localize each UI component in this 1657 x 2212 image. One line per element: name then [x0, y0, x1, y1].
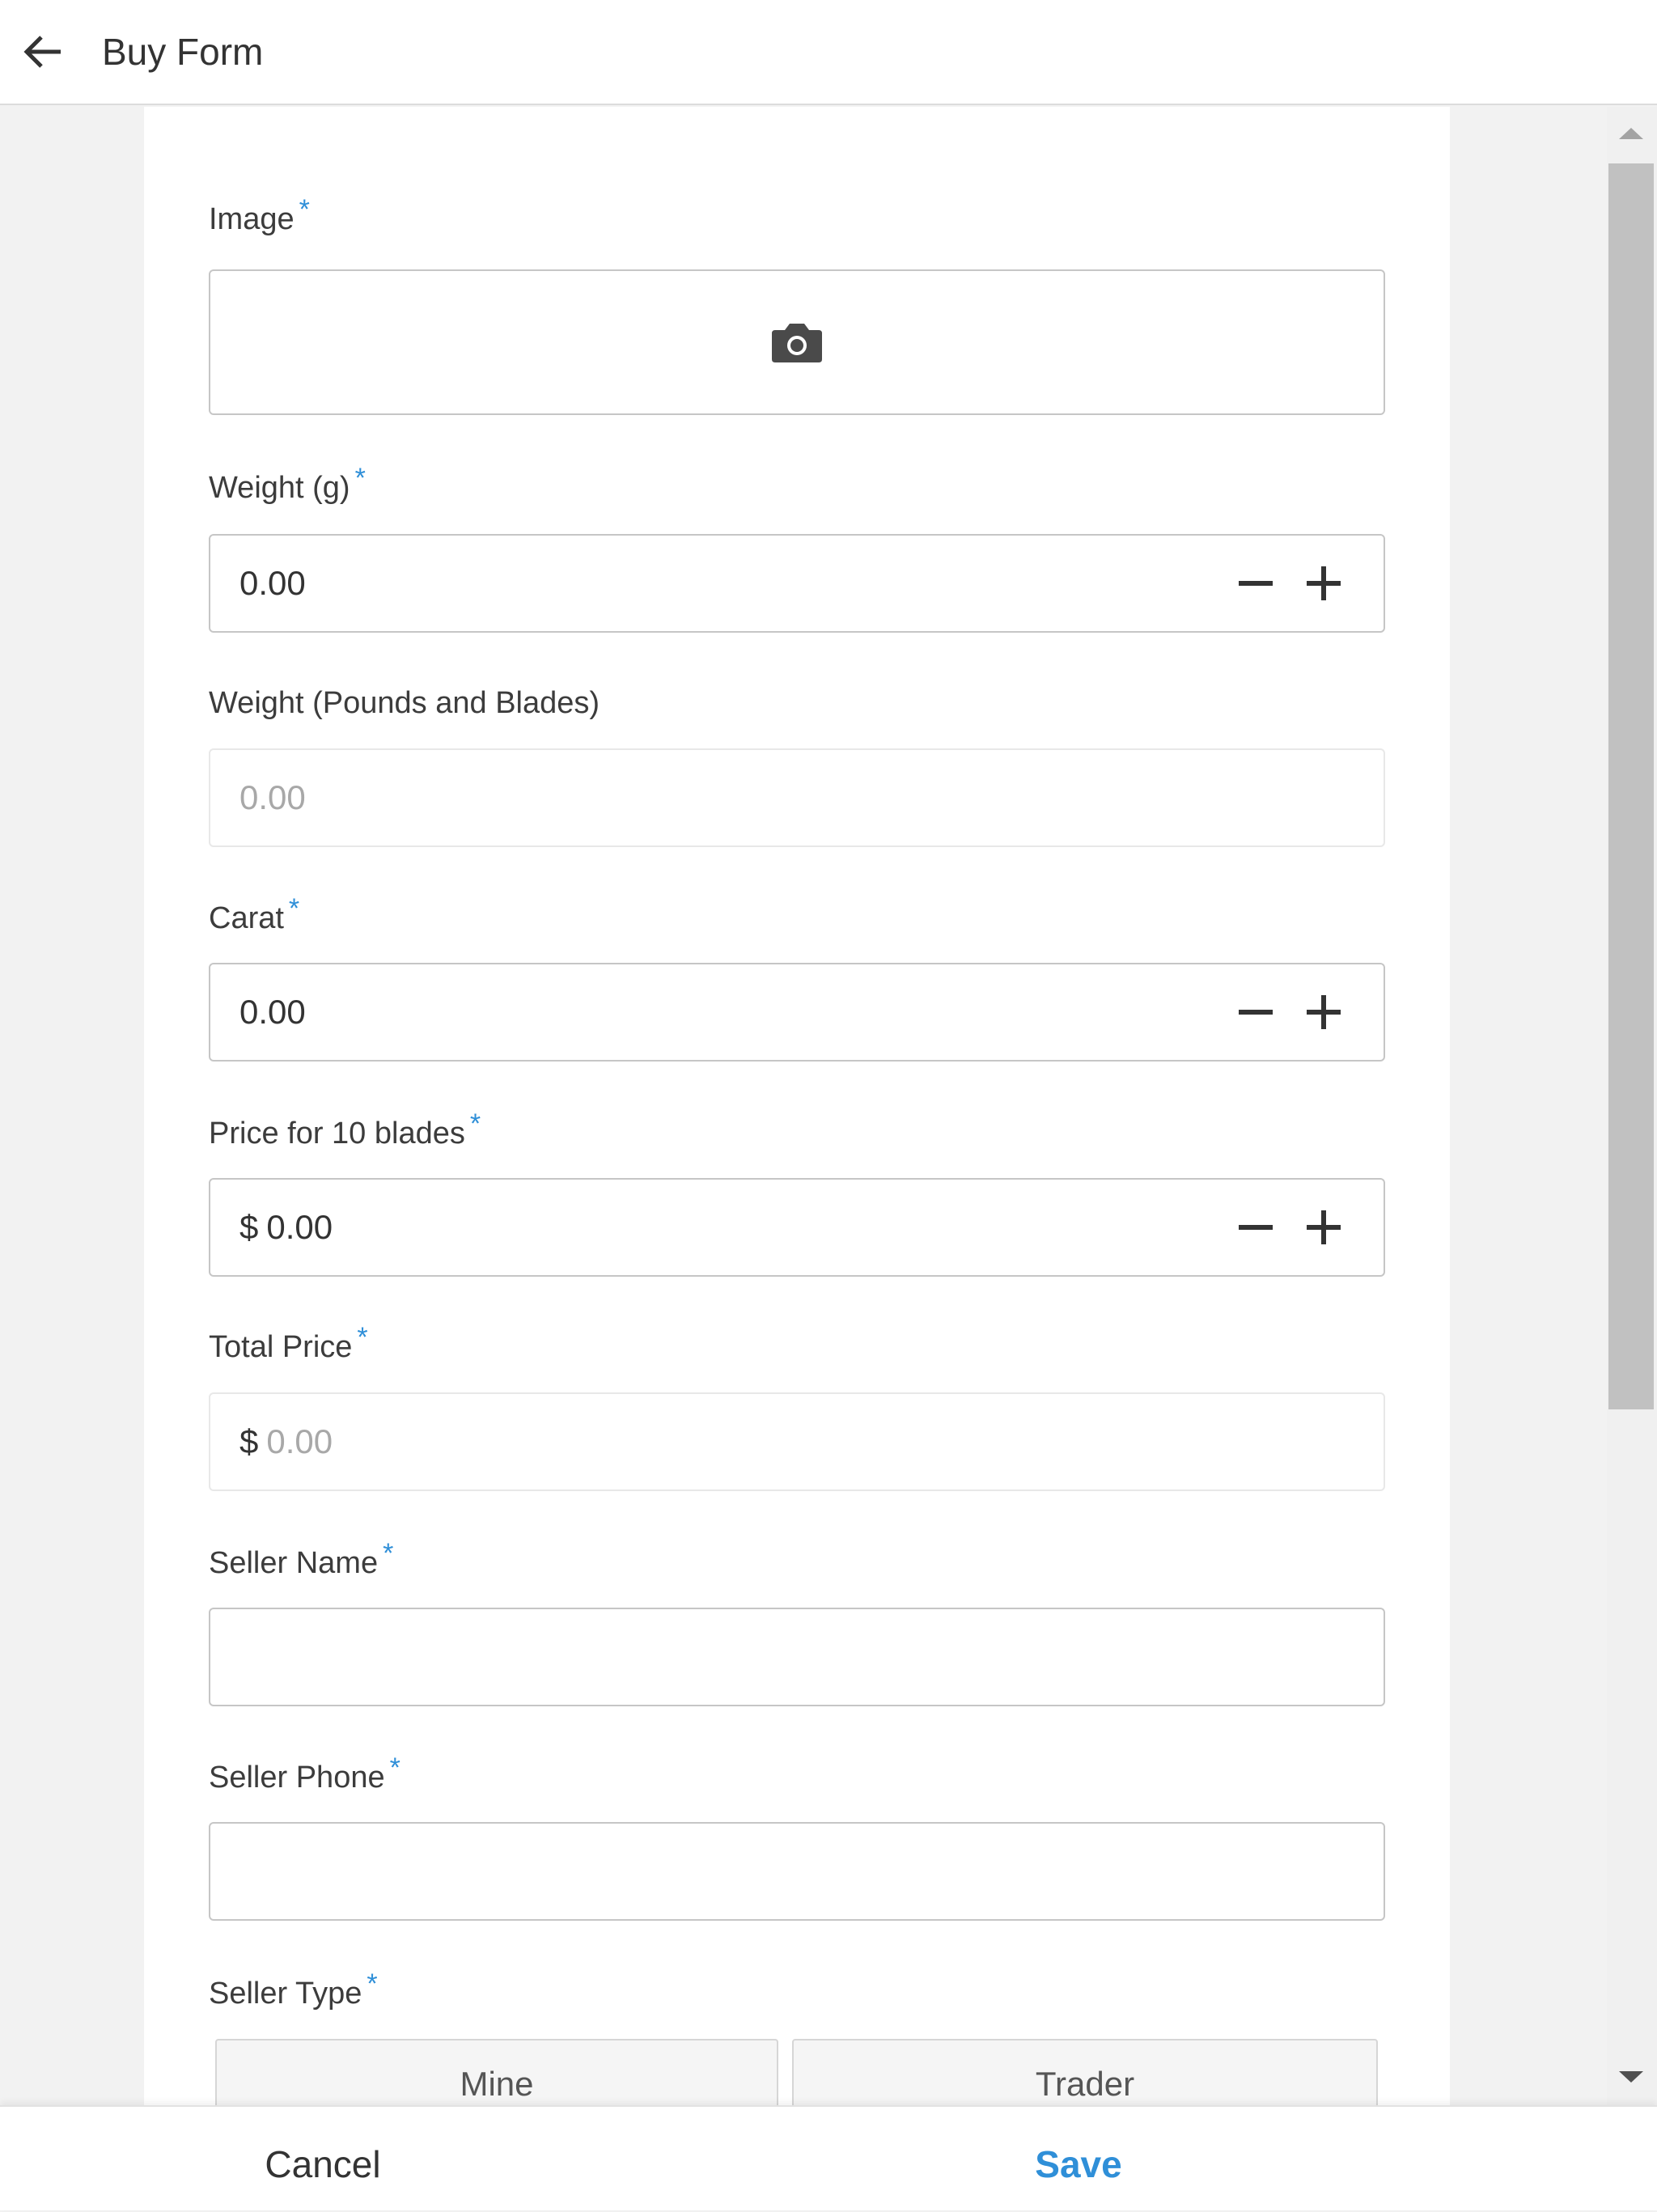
increment-button[interactable]: [1304, 564, 1343, 603]
scroll-down-arrow-icon[interactable]: [1619, 2071, 1643, 2083]
price-10-input[interactable]: $0.00: [209, 1178, 1385, 1277]
seller-phone-input[interactable]: [209, 1822, 1385, 1921]
seller-type-label-text: Seller Type: [209, 1977, 362, 2011]
arrow-left-icon: [23, 36, 61, 68]
weight-pb-label: Weight (Pounds and Blades): [209, 686, 600, 721]
plus-icon: [1307, 566, 1341, 600]
carat-value: 0.00: [239, 993, 306, 1031]
price-10-value: 0.00: [266, 1208, 333, 1246]
vertical-scrollbar[interactable]: [1607, 107, 1657, 2105]
weight-g-label-text: Weight (g): [209, 471, 350, 505]
weight-g-input[interactable]: 0.00: [209, 534, 1385, 633]
carat-label-text: Carat: [209, 901, 284, 935]
total-price-label-text: Total Price: [209, 1330, 353, 1364]
price-10-label-text: Price for 10 blades: [209, 1117, 465, 1150]
increment-button[interactable]: [1304, 1208, 1343, 1247]
seller-name-label-text: Seller Name: [209, 1546, 379, 1580]
carat-label: Carat *: [209, 893, 299, 936]
image-label-text: Image: [209, 202, 295, 236]
carat-input[interactable]: 0.00: [209, 963, 1385, 1062]
required-marker: *: [367, 1968, 378, 1999]
seller-name-label: Seller Name *: [209, 1538, 393, 1581]
currency-symbol: $: [239, 1208, 259, 1246]
image-upload-box[interactable]: [209, 269, 1385, 415]
cancel-button[interactable]: Cancel: [0, 2107, 828, 2212]
seller-type-trader-button[interactable]: Trader: [792, 2039, 1378, 2105]
weight-g-stepper: [1236, 564, 1343, 603]
required-marker: *: [357, 1322, 368, 1353]
weight-pb-label-text: Weight (Pounds and Blades): [209, 686, 600, 720]
weight-g-label: Weight (g) *: [209, 463, 366, 506]
page-title: Buy Form: [102, 31, 264, 73]
seller-name-input[interactable]: [209, 1608, 1385, 1706]
minus-icon: [1239, 1225, 1273, 1230]
plus-icon: [1307, 995, 1341, 1029]
camera-icon: [772, 324, 822, 362]
minus-icon: [1239, 1010, 1273, 1015]
currency-symbol: $: [239, 1422, 259, 1460]
required-marker: *: [383, 1538, 394, 1569]
plus-icon: [1307, 1210, 1341, 1244]
scroll-up-arrow-icon[interactable]: [1619, 128, 1643, 139]
save-button[interactable]: Save: [828, 2107, 1657, 2212]
image-label: Image *: [209, 194, 310, 237]
required-marker: *: [354, 463, 366, 494]
increment-button[interactable]: [1304, 993, 1343, 1032]
decrement-button[interactable]: [1236, 564, 1275, 603]
weight-g-value: 0.00: [239, 564, 306, 602]
total-price-input: $0.00: [209, 1392, 1385, 1491]
total-price-placeholder: 0.00: [266, 1422, 333, 1460]
form-card: Image * Weight (g) * 0.00 Weight (Pounds…: [144, 107, 1450, 2105]
seller-phone-label-text: Seller Phone: [209, 1761, 385, 1795]
app-header: Buy Form: [0, 0, 1657, 105]
carat-stepper: [1236, 993, 1343, 1032]
seller-phone-label: Seller Phone *: [209, 1752, 400, 1795]
required-marker: *: [299, 194, 310, 225]
seller-type-mine-button[interactable]: Mine: [215, 2039, 778, 2105]
decrement-button[interactable]: [1236, 1208, 1275, 1247]
minus-icon: [1239, 581, 1273, 586]
scrollbar-thumb[interactable]: [1608, 163, 1654, 1409]
required-marker: *: [469, 1108, 481, 1139]
required-marker: *: [288, 893, 300, 924]
price-10-stepper: [1236, 1208, 1343, 1247]
form-scroll-area: Image * Weight (g) * 0.00 Weight (Pounds…: [0, 107, 1657, 2105]
required-marker: *: [389, 1752, 400, 1783]
price-10-label: Price for 10 blades *: [209, 1108, 481, 1151]
total-price-label: Total Price *: [209, 1322, 368, 1365]
weight-pb-placeholder: 0.00: [239, 778, 306, 816]
form-footer: Cancel Save: [0, 2105, 1657, 2210]
weight-pb-input: 0.00: [209, 748, 1385, 847]
seller-type-label: Seller Type *: [209, 1968, 378, 2011]
decrement-button[interactable]: [1236, 993, 1275, 1032]
back-button[interactable]: [15, 23, 71, 80]
